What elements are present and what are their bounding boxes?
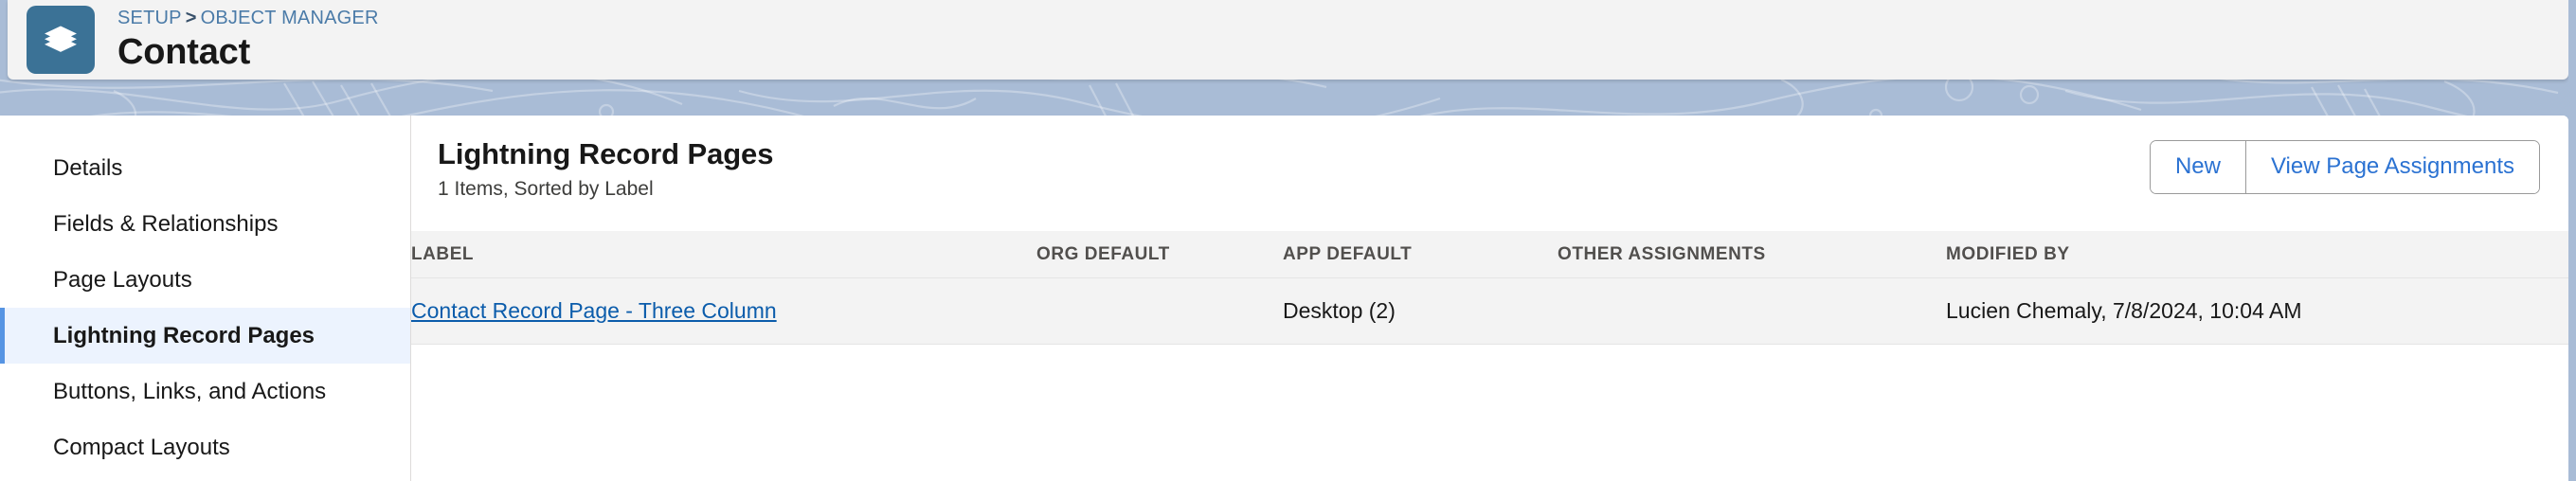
breadcrumb-separator: >: [185, 7, 197, 28]
list-title: Lightning Record Pages: [438, 137, 774, 170]
table-row: Contact Record Page - Three Column Deskt…: [411, 277, 2568, 345]
cell-label: Contact Record Page - Three Column: [411, 277, 1036, 345]
view-page-assignments-button[interactable]: View Page Assignments: [2244, 141, 2539, 193]
sidebar-item-label: Lightning Record Pages: [53, 322, 315, 348]
record-page-link[interactable]: Contact Record Page - Three Column: [411, 298, 777, 323]
table-head: LABEL ORG DEFAULT APP DEFAULT OTHER ASSI…: [411, 231, 2568, 278]
sidebar-item-lightning-record-pages[interactable]: Lightning Record Pages: [0, 308, 410, 364]
list-heading-block: Lightning Record Pages 1 Items, Sorted b…: [438, 136, 773, 201]
table-body: Contact Record Page - Three Column Deskt…: [411, 277, 2568, 345]
main-card: Details Fields & Relationships Page Layo…: [0, 116, 2568, 481]
cell-other-assignments: [1558, 277, 1946, 345]
breadcrumb-setup[interactable]: SETUP: [117, 8, 182, 28]
record-pages-table-wrap: LABEL ORG DEFAULT APP DEFAULT OTHER ASSI…: [411, 231, 2568, 481]
breadcrumb: SETUP > OBJECT MANAGER: [117, 7, 379, 30]
sidebar-item-label: Buttons, Links, and Actions: [53, 378, 327, 404]
new-button[interactable]: New: [2150, 141, 2245, 193]
sidebar-item-label: Details: [53, 154, 123, 181]
sidebar-item-compact-layouts[interactable]: Compact Layouts: [0, 419, 410, 475]
cell-modified-by: Lucien Chemaly, 7/8/2024, 10:04 AM: [1946, 277, 2568, 345]
header-text-block: SETUP > OBJECT MANAGER Contact: [117, 7, 379, 74]
column-header-label[interactable]: LABEL: [411, 231, 1036, 278]
sidebar-item-label: Compact Layouts: [53, 434, 230, 460]
breadcrumb-object-manager[interactable]: OBJECT MANAGER: [201, 8, 379, 28]
column-header-app-default[interactable]: APP DEFAULT: [1283, 231, 1558, 278]
right-edge-strip: [2568, 0, 2576, 481]
cell-app-default: Desktop (2): [1283, 277, 1558, 345]
record-pages-table: LABEL ORG DEFAULT APP DEFAULT OTHER ASSI…: [411, 231, 2568, 345]
column-header-modified-by[interactable]: MODIFIED BY: [1946, 231, 2568, 278]
column-header-other-assignments[interactable]: OTHER ASSIGNMENTS: [1558, 231, 1946, 278]
list-subtitle: 1 Items, Sorted by Label: [438, 177, 654, 200]
sidebar-item-fields-and-relationships[interactable]: Fields & Relationships: [0, 196, 410, 252]
sidebar-item-page-layouts[interactable]: Page Layouts: [0, 252, 410, 308]
cell-org-default: [1036, 277, 1283, 345]
sidebar-item-label: Page Layouts: [53, 266, 192, 293]
list-action-button-group: New View Page Assignments: [2149, 140, 2540, 194]
sidebar-item-details[interactable]: Details: [0, 140, 410, 196]
sidebar-item-label: Fields & Relationships: [53, 210, 279, 237]
object-manager-sidebar: Details Fields & Relationships Page Layo…: [0, 116, 411, 481]
content-area: Lightning Record Pages 1 Items, Sorted b…: [411, 116, 2568, 481]
column-header-org-default[interactable]: ORG DEFAULT: [1036, 231, 1283, 278]
setup-header: SETUP > OBJECT MANAGER Contact: [8, 0, 2568, 80]
table-header-row: LABEL ORG DEFAULT APP DEFAULT OTHER ASSI…: [411, 231, 2568, 278]
stacked-layers-icon: [27, 6, 95, 74]
table-empty-space: [411, 345, 2568, 481]
sidebar-item-buttons-links-and-actions[interactable]: Buttons, Links, and Actions: [0, 364, 410, 419]
page-title: Contact: [117, 31, 251, 72]
content-header: Lightning Record Pages 1 Items, Sorted b…: [411, 116, 2568, 201]
